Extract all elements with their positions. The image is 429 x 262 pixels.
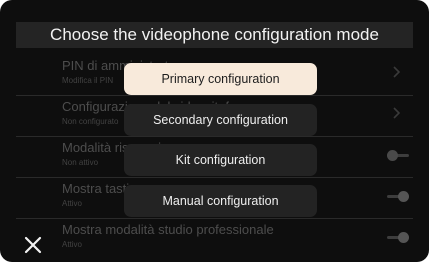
- videophone-screen: PIN di amministratore Modifica il PIN Co…: [0, 0, 429, 262]
- close-icon[interactable]: [22, 234, 44, 256]
- settings-row-subtitle: Non attivo: [62, 158, 99, 167]
- settings-row-title: Mostra modalità studio professionale: [62, 222, 274, 237]
- secondary-configuration-button[interactable]: Secondary configuration: [124, 104, 317, 136]
- manual-configuration-button[interactable]: Manual configuration: [124, 185, 317, 217]
- settings-row-studio-mode: Mostra modalità studio professionale Att…: [16, 219, 413, 259]
- kit-configuration-button[interactable]: Kit configuration: [124, 144, 317, 176]
- primary-configuration-button[interactable]: Primary configuration: [124, 63, 317, 95]
- settings-row-subtitle: Attivo: [62, 240, 83, 249]
- chevron-right-icon: [393, 107, 401, 119]
- toggle-switch: [387, 231, 409, 243]
- settings-row-subtitle: Non configurato: [62, 117, 119, 126]
- settings-row-subtitle: Attivo: [62, 199, 83, 208]
- chevron-right-icon: [393, 66, 401, 78]
- dialog-title: Choose the videophone configuration mode: [16, 22, 413, 48]
- toggle-switch: [387, 190, 409, 202]
- toggle-switch: [387, 149, 409, 161]
- settings-row-subtitle: Modifica il PIN: [62, 76, 114, 85]
